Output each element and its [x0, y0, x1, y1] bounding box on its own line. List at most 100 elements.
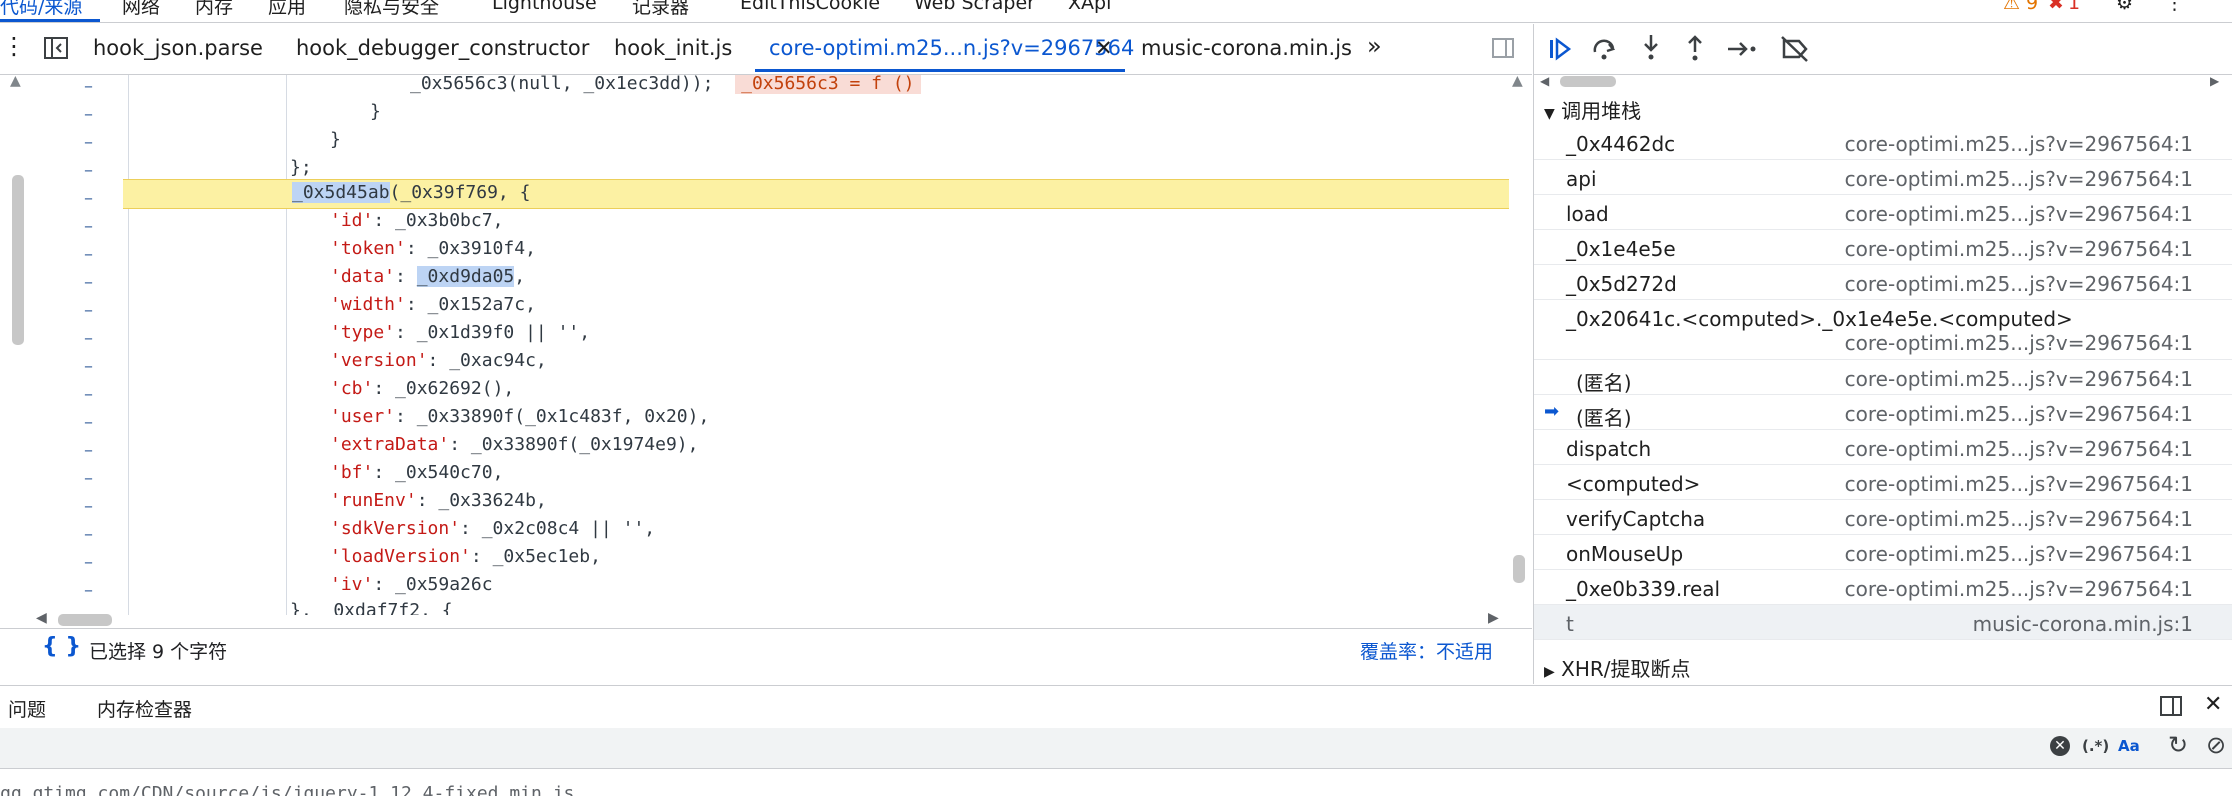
- code-line-paused: _0x5d45ab(_0x39f769, {: [292, 182, 530, 203]
- callstack-frame[interactable]: <computed> core-optimi.m25...js?v=2967564…: [1534, 465, 2232, 500]
- callstack-frame[interactable]: _0x20641c.<computed>._0x1e4e5e.<computed…: [1534, 300, 2232, 360]
- horizontal-scrollbar[interactable]: ◀ ▶: [30, 610, 1510, 628]
- selected-identifier[interactable]: _0x5d45ab: [292, 182, 390, 203]
- sidebar-scroll-right-icon[interactable]: ▶: [2210, 74, 2219, 88]
- frame-function: verifyCaptcha: [1566, 507, 1706, 531]
- tab-lighthouse[interactable]: Lighthouse: [492, 0, 597, 14]
- prop-value: : _0x5ec1eb,: [470, 546, 601, 567]
- pretty-print-icon[interactable]: { }: [42, 634, 81, 659]
- prop-value: : _0x2c08c4 || '',: [460, 518, 656, 539]
- tab-core-optimi[interactable]: core-optimi.m25...n.js?v=2967564: [769, 36, 1134, 60]
- prop-value: : _0x62692(),: [373, 378, 515, 399]
- step-icon[interactable]: [1726, 37, 1758, 61]
- selection-status: 已选择 9 个字符: [89, 641, 228, 663]
- horizontal-scrollbar-thumb[interactable]: [58, 614, 112, 626]
- coverage-link[interactable]: 覆盖率：不适用: [1360, 637, 1493, 664]
- toggle-navigator-icon[interactable]: [44, 37, 68, 59]
- callstack-header[interactable]: ▼ 调用堆栈: [1544, 95, 1641, 124]
- editor-scrollbar-thumb[interactable]: [1513, 555, 1525, 583]
- frame-function: _0x20641c.<computed>._0x1e4e5e.<computed…: [1566, 307, 2073, 331]
- callstack-frame[interactable]: _0x5d272d core-optimi.m25...js?v=2967564:…: [1534, 265, 2232, 300]
- tab-sources[interactable]: 代码/来源: [0, 0, 82, 19]
- gutter-marker: –: [84, 328, 93, 349]
- deactivate-breakpoints-icon[interactable]: [1780, 35, 1810, 63]
- tab-network[interactable]: 网络: [122, 0, 160, 19]
- tab-issues[interactable]: 问题: [8, 695, 46, 722]
- scroll-right-icon[interactable]: ▶: [1488, 610, 1499, 626]
- resource-url[interactable]: qq.qtimg.com/CDN/source/js/jquery-1.12.4…: [0, 783, 574, 796]
- collapsed-chevron-icon: ▶: [1544, 664, 1555, 680]
- tab-memory[interactable]: 内存: [195, 0, 233, 19]
- drawer-content: qq.qtimg.com/CDN/source/js/jquery-1.12.4…: [0, 776, 2232, 796]
- callstack-frame[interactable]: verifyCaptcha core-optimi.m25...js?v=2967…: [1534, 500, 2232, 535]
- tab-xapi[interactable]: XApi: [1068, 0, 1111, 14]
- tab-privacy-security[interactable]: 隐私与安全: [344, 0, 439, 19]
- resume-icon[interactable]: [1548, 37, 1574, 63]
- tab-application[interactable]: 应用: [268, 0, 306, 19]
- step-over-icon[interactable]: [1592, 36, 1618, 62]
- callstack-frame-library[interactable]: t music-corona.min.js:1: [1534, 605, 2232, 640]
- xhr-breakpoints-header[interactable]: ▶ XHR/提取断点: [1544, 653, 1691, 682]
- sidebar-scroll-left-icon[interactable]: ◀: [1540, 74, 1549, 88]
- error-icon[interactable]: ✖: [2048, 0, 2064, 14]
- tab-music-corona[interactable]: music-corona.min.js: [1141, 36, 1352, 60]
- tab-hook-init[interactable]: hook_init.js: [614, 36, 732, 60]
- callstack-frame[interactable]: dispatch core-optimi.m25...js?v=2967564:1: [1534, 430, 2232, 465]
- callstack-frame[interactable]: _0x1e4e5e core-optimi.m25...js?v=2967564:…: [1534, 230, 2232, 265]
- frame-location: core-optimi.m25...js?v=2967564:1: [1844, 202, 2193, 226]
- code-line: 'iv': _0x59a26c: [330, 574, 493, 595]
- warning-icon[interactable]: ⚠: [2003, 0, 2020, 14]
- prop-value: : _0x33624b,: [416, 490, 547, 511]
- case-sensitive-toggle[interactable]: Aa: [2118, 737, 2140, 755]
- tab-recorder[interactable]: 记录器: [632, 0, 689, 19]
- editor-scroll-up-icon[interactable]: ▲: [1512, 75, 1523, 89]
- code-line: 'id': _0x3b0bc7,: [330, 210, 503, 231]
- toggle-debugger-icon[interactable]: [1492, 38, 1514, 58]
- step-into-icon[interactable]: [1638, 34, 1664, 62]
- gutter-marker: –: [84, 244, 93, 265]
- code-line: 'runEnv': _0x33624b,: [330, 490, 547, 511]
- code-line: 'cb': _0x62692(),: [330, 378, 514, 399]
- step-out-icon[interactable]: [1682, 34, 1708, 62]
- tab-memory-inspector[interactable]: 内存检查器: [97, 695, 192, 722]
- callstack-frame[interactable]: onMouseUp core-optimi.m25...js?v=2967564:…: [1534, 535, 2232, 570]
- settings-gear-icon[interactable]: ⚙: [2116, 0, 2133, 14]
- callstack-frame[interactable]: (匿名) core-optimi.m25...js?v=2967564:1: [1534, 360, 2232, 395]
- frame-function: (匿名): [1576, 406, 1632, 430]
- dock-side-icon[interactable]: [2160, 696, 2182, 716]
- scroll-left-icon[interactable]: ◀: [36, 610, 47, 626]
- scroll-up-icon[interactable]: ▲: [10, 75, 21, 89]
- callstack-frame[interactable]: _0xe0b339.real core-optimi.m25...js?v=296…: [1534, 570, 2232, 605]
- callstack-frame-current[interactable]: ➡ (匿名) core-optimi.m25...js?v=2967564:1: [1534, 395, 2232, 430]
- gutter-marker: –: [84, 468, 93, 489]
- callstack-frame[interactable]: _0x4462dc core-optimi.m25...js?v=2967564:…: [1534, 125, 2232, 160]
- editor-tab-bar: ⋮ hook_json.parse hook_debugger_construc…: [0, 24, 1532, 75]
- code-line: 'data': _0xd9da05,: [330, 266, 526, 287]
- prop-key: 'loadVersion': [330, 546, 471, 567]
- refresh-icon[interactable]: ↻: [2168, 731, 2188, 759]
- frame-function: <computed>: [1566, 472, 1701, 496]
- prop-value: : _0x3b0bc7,: [373, 210, 504, 231]
- tab-web-scraper[interactable]: Web Scraper: [914, 0, 1035, 14]
- debugger-toolbar: [1534, 24, 2232, 75]
- gutter-marker: –: [84, 552, 93, 573]
- code-editor[interactable]: ▲ ▼ – – – – – – – – – – – – – – – – – – …: [0, 75, 1532, 615]
- regex-toggle[interactable]: (.*): [2082, 737, 2109, 755]
- more-icon[interactable]: ⋮: [2, 32, 26, 60]
- tab-hook-json-parse[interactable]: hook_json.parse: [93, 36, 263, 60]
- more-tabs-icon[interactable]: »: [1367, 32, 1382, 60]
- more-options-icon[interactable]: ⋮: [2165, 0, 2184, 14]
- tab-editthiscookie[interactable]: EditThisCookie: [740, 0, 880, 14]
- active-tab-underline: [0, 19, 100, 22]
- callstack-frame[interactable]: api core-optimi.m25...js?v=2967564:1: [1534, 160, 2232, 195]
- left-scrollbar-thumb[interactable]: [12, 175, 24, 345]
- prop-value-selected[interactable]: _0xd9da05: [416, 266, 515, 287]
- close-tab-icon[interactable]: ✕: [1095, 36, 1113, 60]
- clear-icon[interactable]: ⊘: [2206, 731, 2226, 759]
- clear-filter-icon[interactable]: ✕: [2050, 736, 2070, 756]
- code-line: 'token': _0x3910f4,: [330, 238, 536, 259]
- tab-hook-debugger-constructor[interactable]: hook_debugger_constructor: [296, 36, 589, 60]
- close-drawer-icon[interactable]: ✕: [2204, 692, 2222, 717]
- callstack-frame[interactable]: load core-optimi.m25...js?v=2967564:1: [1534, 195, 2232, 230]
- sidebar-horizontal-thumb[interactable]: [1560, 76, 1616, 87]
